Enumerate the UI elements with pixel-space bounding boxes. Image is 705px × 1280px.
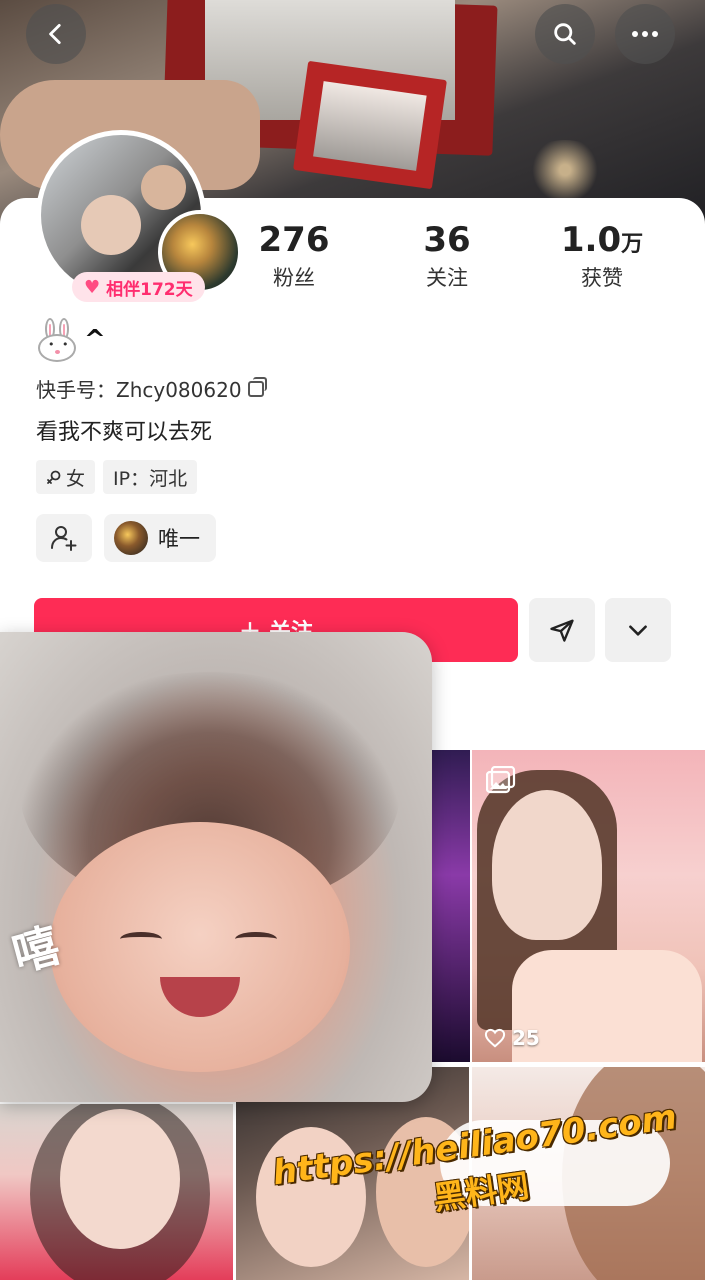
expand-button[interactable] — [605, 598, 671, 662]
stat-fans-label: 粉丝 — [273, 266, 315, 290]
related-user-name: 唯一 — [158, 527, 200, 551]
female-icon — [47, 470, 61, 484]
badge-text: 相伴172天 — [106, 279, 193, 300]
stat-likes-label: 获赞 — [581, 266, 623, 290]
stat-following[interactable]: 36 关注 — [387, 220, 507, 292]
related-user-chip[interactable]: 唯一 — [104, 514, 216, 562]
companion-badge[interactable]: ♥ 相伴172天 — [72, 272, 205, 302]
send-icon — [550, 619, 574, 642]
related-users: 唯一 — [36, 514, 216, 562]
tile-likes: 25 — [484, 1026, 540, 1050]
photo-tile[interactable]: 25 — [472, 750, 705, 1062]
gender-tag: 女 — [36, 460, 96, 494]
send-message-button[interactable] — [529, 598, 595, 662]
search-button[interactable] — [535, 4, 595, 64]
stat-following-label: 关注 — [426, 266, 468, 290]
add-user-icon — [51, 526, 77, 551]
floating-sticker-overlay[interactable]: 嘻 — [0, 632, 432, 1102]
rabbit-emoji-icon — [36, 318, 78, 362]
back-button[interactable] — [26, 4, 86, 64]
stat-following-value: 36 — [423, 220, 471, 260]
more-dots-icon — [632, 31, 658, 37]
heart-outline-icon — [484, 1028, 506, 1048]
kuaishou-id-text: 快手号：Zhcy080620 — [36, 378, 242, 402]
heart-icon: ♥ — [84, 276, 101, 298]
stat-fans-value: 276 — [258, 220, 330, 260]
video-tile[interactable] — [432, 750, 470, 1062]
bio: 看我不爽可以去死 — [36, 420, 213, 445]
profile-tags: 女 IP：河北 — [36, 460, 198, 494]
gallery-icon — [486, 766, 516, 794]
related-user-avatar — [114, 521, 148, 555]
stat-likes-value: 1.0万 — [560, 220, 644, 260]
nickname: ^ — [36, 318, 106, 362]
kuaishou-id: 快手号：Zhcy080620 — [36, 374, 267, 403]
more-options-button[interactable] — [615, 4, 675, 64]
search-icon — [554, 23, 576, 45]
copy-icon[interactable] — [247, 376, 267, 397]
nickname-text: ^ — [84, 325, 106, 355]
chevron-down-icon — [629, 625, 647, 636]
chevron-left-icon — [49, 23, 61, 45]
ip-location-tag: IP：河北 — [103, 460, 198, 494]
photo-tile[interactable] — [0, 1104, 233, 1280]
add-friend-button[interactable] — [36, 514, 92, 562]
stat-likes[interactable]: 1.0万 获赞 — [542, 220, 662, 292]
stat-fans[interactable]: 276 粉丝 — [234, 220, 354, 292]
